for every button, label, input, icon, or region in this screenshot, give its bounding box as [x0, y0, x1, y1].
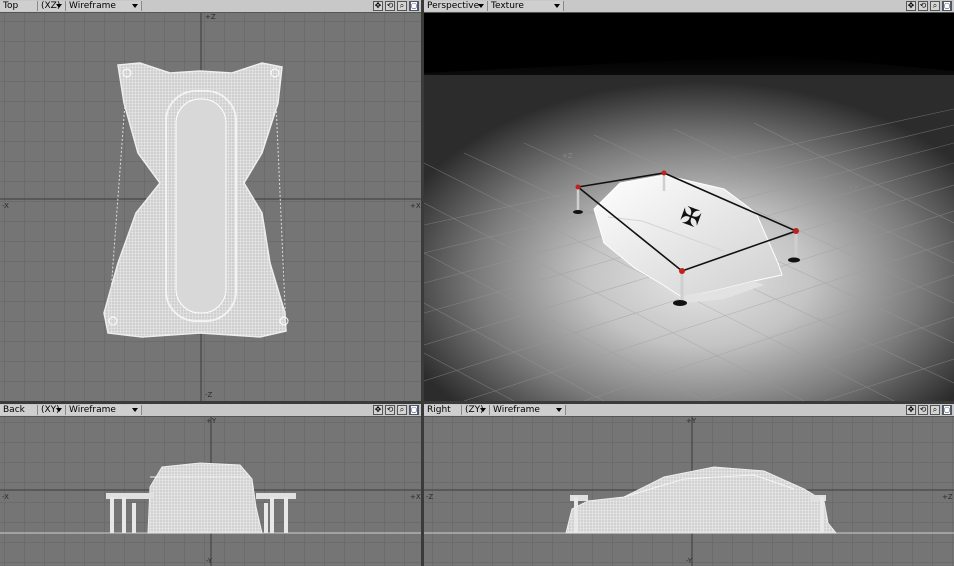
axis-label-right: +X — [410, 202, 421, 210]
chevron-down-icon — [478, 4, 484, 8]
zoom-icon[interactable]: ⌕ — [930, 405, 940, 415]
viewport-toolbar: Back (XY) Wireframe ✥ ⟲ ⌕ ◙ — [0, 404, 421, 417]
zoom-icon[interactable]: ⌕ — [397, 405, 407, 415]
viewport-canvas[interactable]: +Y -Y -Z +Z — [424, 417, 954, 566]
viewport-tools: ✥ ⟲ ⌕ ◙ — [373, 1, 419, 11]
viewport-canvas[interactable]: +Y -Y -X +X — [0, 417, 421, 566]
view-dropdown[interactable]: Back — [0, 405, 38, 415]
view-dropdown[interactable]: Right — [424, 405, 462, 415]
back-view-drawing — [0, 417, 421, 566]
viewport-top[interactable]: Top (XZ) Wireframe ✥ ⟲ ⌕ ◙ +Z -Z -X +X — [0, 0, 421, 401]
rotate-icon[interactable]: ⟲ — [385, 1, 395, 11]
axes-dropdown[interactable]: (ZY) — [462, 405, 490, 415]
render-mode-dropdown[interactable]: Wireframe — [66, 405, 142, 415]
view-label: Perspective — [427, 1, 480, 11]
render-mode-dropdown[interactable]: Wireframe — [66, 1, 142, 11]
chevron-down-icon — [132, 408, 138, 412]
maximize-icon[interactable]: ◙ — [942, 1, 952, 11]
chevron-down-icon — [132, 4, 138, 8]
perspective-scene: ✠ — [424, 13, 954, 401]
zoom-icon[interactable]: ⌕ — [930, 1, 940, 11]
chevron-down-icon — [56, 408, 62, 412]
render-mode-label: Wireframe — [69, 405, 116, 415]
chevron-down-icon — [554, 4, 560, 8]
view-label: Top — [3, 1, 19, 11]
axis-label-left: -X — [2, 202, 9, 210]
render-mode-label: Wireframe — [69, 1, 116, 11]
axis-label-x: +X — [848, 184, 859, 192]
move-icon[interactable]: ✥ — [373, 405, 383, 415]
maximize-icon[interactable]: ◙ — [409, 1, 419, 11]
viewport-tools: ✥ ⟲ ⌕ ◙ — [906, 405, 952, 415]
axis-label-left: -X — [2, 493, 9, 501]
chevron-down-icon — [480, 408, 486, 412]
rotate-icon[interactable]: ⟲ — [918, 405, 928, 415]
axis-label-bottom: -Y — [686, 557, 692, 565]
zoom-icon[interactable]: ⌕ — [397, 1, 407, 11]
viewport-perspective[interactable]: Perspective Texture ✥ ⟲ ⌕ ◙ ✠ +Z +X — [424, 0, 954, 401]
viewport-canvas[interactable]: +Z -Z -X +X — [0, 13, 421, 401]
move-icon[interactable]: ✥ — [906, 405, 916, 415]
view-dropdown[interactable]: Top — [0, 1, 38, 11]
right-view-drawing — [424, 417, 954, 566]
axes-dropdown[interactable]: (XY) — [38, 405, 66, 415]
view-dropdown[interactable]: Perspective — [424, 1, 488, 11]
viewport-right[interactable]: Right (ZY) Wireframe ✥ ⟲ ⌕ ◙ +Y -Y -Z +Z — [424, 404, 954, 566]
axis-label-z: +Z — [562, 152, 573, 160]
viewport-back[interactable]: Back (XY) Wireframe ✥ ⟲ ⌕ ◙ +Y -Y -X +X — [0, 404, 421, 566]
axis-label-right: +Z — [942, 493, 953, 501]
viewport-toolbar: Right (ZY) Wireframe ✥ ⟲ ⌕ ◙ — [424, 404, 954, 417]
axis-label-top: +Y — [206, 417, 217, 425]
move-icon[interactable]: ✥ — [906, 1, 916, 11]
viewport-canvas[interactable]: ✠ +Z +X — [424, 13, 954, 401]
viewport-tools: ✥ ⟲ ⌕ ◙ — [906, 1, 952, 11]
view-label: Back — [3, 405, 25, 415]
viewport-toolbar: Top (XZ) Wireframe ✥ ⟲ ⌕ ◙ — [0, 0, 421, 13]
render-mode-label: Wireframe — [493, 405, 540, 415]
move-icon[interactable]: ✥ — [373, 1, 383, 11]
viewport-toolbar: Perspective Texture ✥ ⟲ ⌕ ◙ — [424, 0, 954, 13]
maximize-icon[interactable]: ◙ — [409, 405, 419, 415]
axis-label-left: -Z — [426, 493, 434, 501]
viewport-divider-vertical[interactable] — [421, 0, 424, 566]
chevron-down-icon — [56, 4, 62, 8]
viewport-divider-horizontal[interactable] — [0, 401, 954, 404]
view-label: Right — [427, 405, 451, 415]
viewport-tools: ✥ ⟲ ⌕ ◙ — [373, 405, 419, 415]
render-mode-dropdown[interactable]: Wireframe — [490, 405, 566, 415]
axis-label-right: +X — [410, 493, 421, 501]
axis-label-top: +Z — [205, 13, 216, 21]
render-mode-label: Texture — [491, 1, 524, 11]
render-mode-dropdown[interactable]: Texture — [488, 1, 564, 11]
rotate-icon[interactable]: ⟲ — [385, 405, 395, 415]
chevron-down-icon — [556, 408, 562, 412]
rotate-icon[interactable]: ⟲ — [918, 1, 928, 11]
axis-label-top: +Y — [686, 417, 697, 425]
axis-label-bottom: -Z — [205, 391, 213, 399]
top-view-drawing — [0, 13, 421, 401]
axes-dropdown[interactable]: (XZ) — [38, 1, 66, 11]
axis-label-bottom: -Y — [206, 557, 212, 565]
maximize-icon[interactable]: ◙ — [942, 405, 952, 415]
